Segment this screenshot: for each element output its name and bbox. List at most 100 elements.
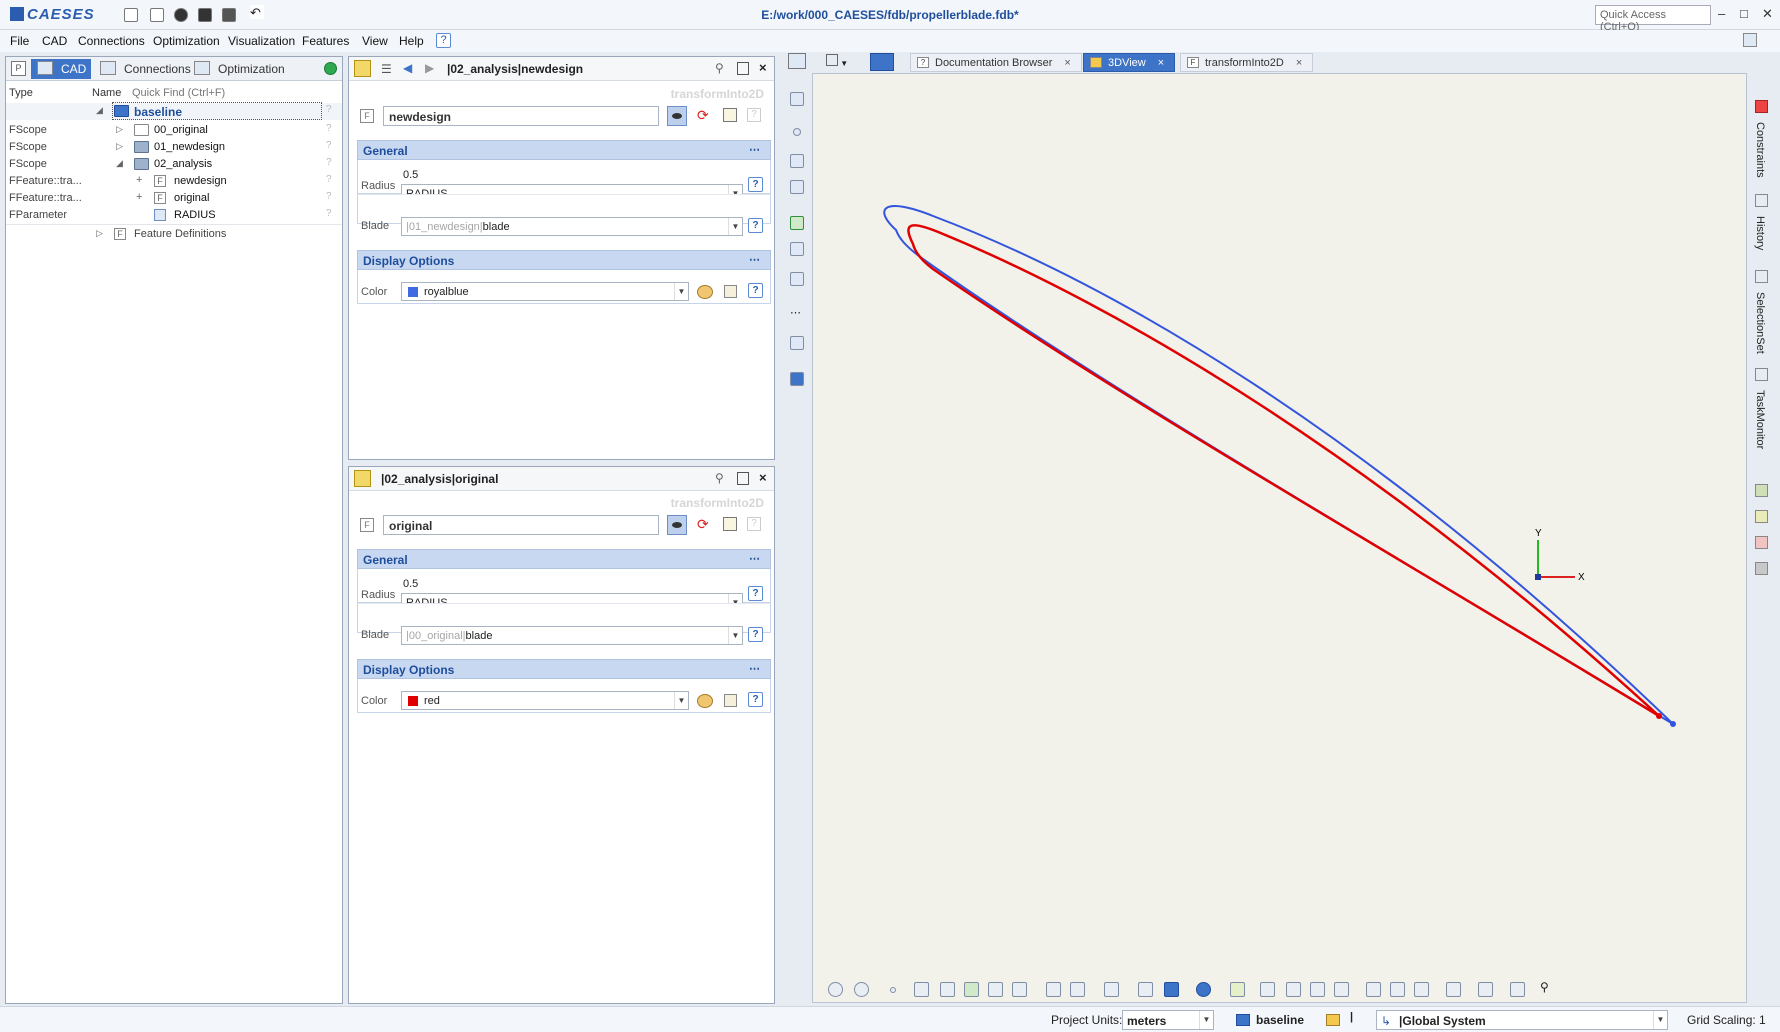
- collapse-icon[interactable]: ◢: [96, 105, 103, 116]
- menu-features[interactable]: Features: [302, 34, 349, 48]
- curve-icon[interactable]: [914, 982, 929, 997]
- blade-combo[interactable]: |01_newdesign|blade ▼: [401, 217, 743, 236]
- section-display-options[interactable]: Display Options ⋯: [357, 659, 771, 679]
- expand-plus-icon[interactable]: +: [136, 174, 142, 186]
- expand-plus-icon[interactable]: +: [136, 191, 142, 203]
- update-icon[interactable]: ⟳: [697, 107, 709, 124]
- blade-combo[interactable]: |00_original|blade ▼: [401, 626, 743, 645]
- list-icon[interactable]: ☰: [381, 62, 392, 76]
- tab-connections[interactable]: Connections: [94, 59, 191, 79]
- tab-3dview[interactable]: 3DView ×: [1083, 53, 1176, 72]
- help-icon[interactable]: ?: [748, 218, 763, 233]
- tree-row-02-analysis[interactable]: FScope ◢ 02_analysis ?: [6, 156, 342, 173]
- tab-documentation-browser[interactable]: ? Documentation Browser ×: [910, 53, 1082, 72]
- close-tab-icon[interactable]: ×: [1064, 57, 1070, 69]
- snap-center-icon[interactable]: [854, 982, 869, 997]
- tree-row-01-newdesign[interactable]: FScope ▷ 01_newdesign ?: [6, 139, 342, 156]
- grid-icon[interactable]: [1510, 982, 1525, 997]
- edit-icon[interactable]: [724, 694, 737, 707]
- shading-icon[interactable]: [1138, 982, 1153, 997]
- view-y-icon[interactable]: [1310, 982, 1325, 997]
- menu-file[interactable]: File: [10, 34, 29, 48]
- tree-row-feature-definitions[interactable]: ▷ F Feature Definitions: [6, 224, 342, 241]
- tab-optimization[interactable]: Optimization: [188, 59, 285, 79]
- more-icon[interactable]: ⋯: [749, 253, 760, 266]
- screenshot-icon[interactable]: [1478, 982, 1493, 997]
- expand-icon[interactable]: ▷: [96, 228, 103, 239]
- tree-row-baseline[interactable]: ◢ baseline ?: [6, 102, 342, 120]
- chevron-down-icon[interactable]: ▼: [674, 692, 688, 709]
- close-icon[interactable]: ×: [759, 60, 767, 75]
- solid-tool-icon[interactable]: [790, 336, 804, 350]
- name-field[interactable]: newdesign: [383, 106, 659, 126]
- detach-icon[interactable]: [737, 472, 749, 485]
- search-icon[interactable]: ⚲: [715, 61, 724, 75]
- 3d-viewport[interactable]: Y X: [812, 73, 1747, 1003]
- help-icon[interactable]: ?: [747, 108, 761, 122]
- view-neg-x-icon[interactable]: [1366, 982, 1381, 997]
- offset-icon[interactable]: [988, 982, 1003, 997]
- expand-icon[interactable]: ▷: [116, 124, 123, 135]
- section-general[interactable]: General ⋯: [357, 549, 771, 569]
- chevron-down-icon[interactable]: ▼: [728, 218, 742, 235]
- menu-view[interactable]: View: [362, 34, 388, 48]
- dock-history[interactable]: History: [1754, 216, 1766, 250]
- point-icon[interactable]: [890, 987, 896, 993]
- help-icon[interactable]: ?: [326, 157, 338, 170]
- help-icon[interactable]: ?: [326, 104, 338, 117]
- back-icon[interactable]: ◀: [403, 61, 412, 75]
- more-icon[interactable]: ⋯: [749, 662, 760, 675]
- coordinate-system-combo[interactable]: ↳ |Global System ▼: [1376, 1010, 1668, 1030]
- image-tool-icon[interactable]: [790, 272, 804, 286]
- help-question-icon[interactable]: ?: [436, 33, 451, 48]
- view-z-icon[interactable]: [1334, 982, 1349, 997]
- help-icon[interactable]: ?: [748, 177, 763, 192]
- surface-icon[interactable]: [940, 982, 955, 997]
- color-combo[interactable]: royalblue ▼: [401, 282, 689, 301]
- close-window-icon[interactable]: ✕: [1762, 6, 1773, 22]
- chevron-down-icon[interactable]: ▼: [728, 627, 742, 644]
- sketch-tool-icon[interactable]: [790, 216, 804, 230]
- zoom-icon[interactable]: ⚲: [1540, 980, 1555, 995]
- help-icon[interactable]: ?: [748, 283, 763, 298]
- dock-square-4[interactable]: [1755, 562, 1768, 575]
- help-icon[interactable]: ?: [747, 517, 761, 531]
- maximize-icon[interactable]: □: [1740, 6, 1748, 21]
- sketch-icon[interactable]: [964, 982, 979, 997]
- close-tab-icon[interactable]: ×: [1296, 57, 1302, 69]
- help-icon[interactable]: ?: [326, 140, 338, 153]
- close-tab-icon[interactable]: ×: [1158, 57, 1164, 69]
- color-palette-icon[interactable]: [697, 694, 713, 708]
- help-icon[interactable]: ?: [748, 586, 763, 601]
- tree-row-original[interactable]: FFeature::tra... + F original ?: [6, 190, 342, 207]
- panel-menu-icon[interactable]: P: [11, 61, 26, 76]
- lock-icon[interactable]: [1230, 982, 1245, 997]
- minimize-icon[interactable]: –: [1718, 6, 1725, 21]
- edit-icon[interactable]: [723, 108, 737, 122]
- units-combo[interactable]: meters ▼: [1122, 1010, 1214, 1030]
- scope-tool-icon[interactable]: [790, 372, 804, 386]
- menu-cad[interactable]: CAD: [42, 34, 67, 48]
- more-icon[interactable]: ⋯: [749, 552, 760, 565]
- tree-row-00-original[interactable]: FScope ▷ 00_original ?: [6, 122, 342, 139]
- help-icon[interactable]: ?: [326, 191, 338, 204]
- tab-cad[interactable]: CAD: [31, 59, 91, 79]
- view-neg-z-icon[interactable]: [1414, 982, 1429, 997]
- update-icon[interactable]: ⟳: [697, 516, 709, 533]
- chevron-down-icon[interactable]: ▼: [1199, 1011, 1213, 1029]
- current-scope[interactable]: baseline: [1256, 1013, 1304, 1027]
- measure-icon[interactable]: [1012, 982, 1027, 997]
- dock-square-1[interactable]: [1755, 484, 1768, 497]
- curve-tool-icon[interactable]: [790, 154, 804, 168]
- collapse-icon[interactable]: ◢: [116, 158, 123, 169]
- fit-view-icon[interactable]: [1446, 982, 1461, 997]
- view-neg-y-icon[interactable]: [1390, 982, 1405, 997]
- info-icon[interactable]: [1196, 982, 1211, 997]
- forward-icon[interactable]: ▶: [425, 61, 434, 75]
- grid-view-icon[interactable]: [1104, 982, 1119, 997]
- help-icon[interactable]: ?: [748, 692, 763, 707]
- chevron-down-icon[interactable]: ▼: [674, 283, 688, 300]
- color-palette-icon[interactable]: [697, 285, 713, 299]
- menu-visualization[interactable]: Visualization: [228, 34, 295, 48]
- dock-selectionset[interactable]: SelectionSet: [1754, 292, 1766, 354]
